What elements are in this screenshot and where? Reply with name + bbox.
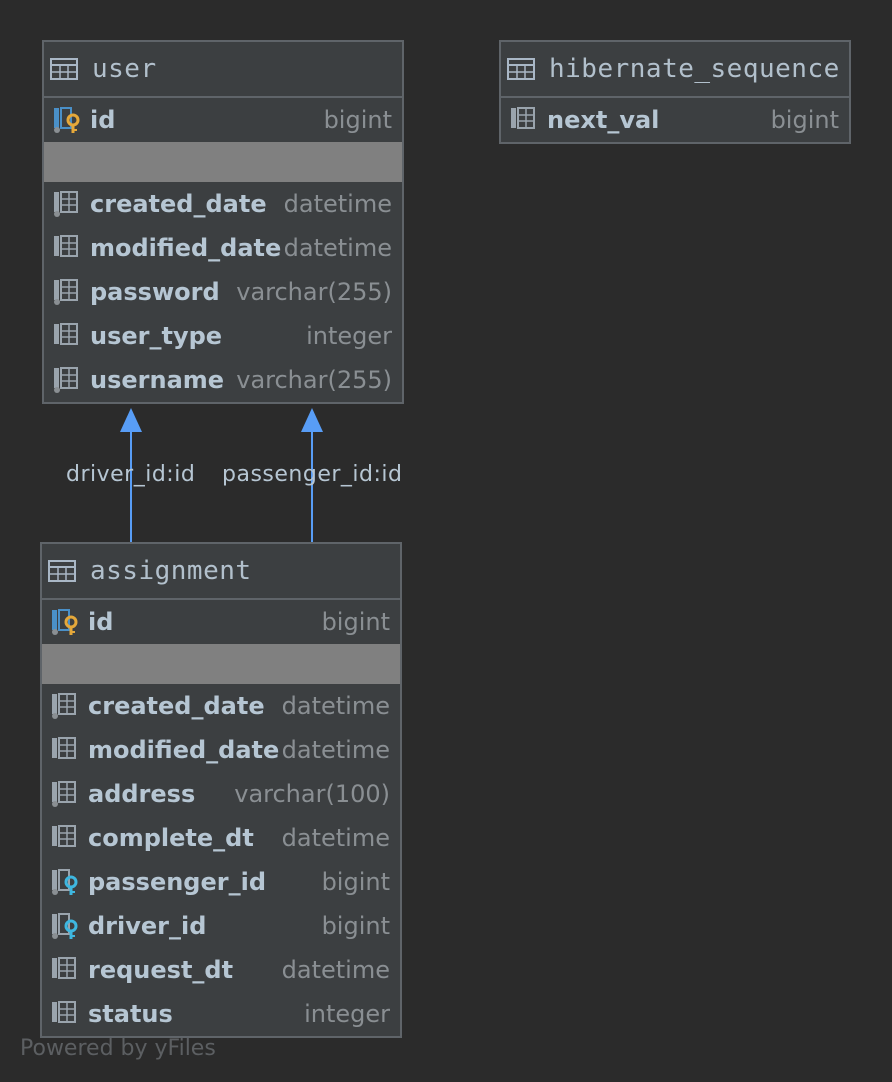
column-icon: [54, 235, 78, 257]
column-icon: [54, 323, 78, 345]
column-name: username: [90, 366, 225, 394]
column-name: modified_date: [90, 234, 282, 262]
table-header: hibernate_sequence: [501, 42, 849, 98]
column-icon: [54, 367, 78, 393]
column-type: datetime: [283, 190, 392, 218]
column-icon: [54, 191, 78, 217]
table-row[interactable]: password varchar(255): [44, 270, 402, 314]
driver-link-arrow: [120, 408, 142, 432]
table-row[interactable]: address varchar(100): [42, 772, 400, 816]
column-name: modified_date: [88, 736, 280, 764]
table-icon: [48, 560, 76, 582]
table-title: hibernate_sequence: [549, 54, 840, 84]
column-type: bigint: [770, 106, 839, 134]
table-title: assignment: [90, 556, 252, 586]
foreign-key-icon: [52, 913, 78, 939]
section-divider: [44, 142, 402, 182]
table-row[interactable]: created_date datetime: [42, 684, 400, 728]
column-name: complete_dt: [88, 824, 254, 852]
column-type: datetime: [281, 824, 390, 852]
table-row[interactable]: user_type integer: [44, 314, 402, 358]
table-icon: [507, 58, 535, 80]
column-type: datetime: [281, 692, 390, 720]
table-hibernate-sequence[interactable]: hibernate_sequence next_val bigint: [499, 40, 851, 144]
column-type: varchar(255): [236, 278, 392, 306]
table-row[interactable]: modified_date datetime: [44, 226, 402, 270]
column-name: user_type: [90, 322, 223, 350]
column-icon: [511, 107, 535, 129]
column-name: created_date: [88, 692, 265, 720]
column-type: bigint: [323, 106, 392, 134]
table-user[interactable]: user id bigint created_date datetime mod…: [42, 40, 404, 404]
column-type: datetime: [281, 736, 390, 764]
relation-label-passenger: passenger_id:id: [222, 462, 403, 487]
table-row[interactable]: status integer: [42, 992, 400, 1036]
column-name: request_dt: [88, 956, 234, 984]
column-name: passenger_id: [88, 868, 267, 896]
column-icon: [52, 781, 76, 807]
table-assignment[interactable]: assignment id bigint created_date dateti: [40, 542, 402, 1038]
primary-key-icon: [52, 609, 78, 635]
table-title: user: [92, 54, 157, 84]
column-list: created_date datetime modified_date date…: [42, 684, 400, 1036]
table-row[interactable]: modified_date datetime: [42, 728, 400, 772]
column-type: integer: [306, 322, 392, 350]
table-row[interactable]: id bigint: [44, 98, 402, 142]
table-row[interactable]: driver_id bigint: [42, 904, 400, 948]
table-row[interactable]: request_dt datetime: [42, 948, 400, 992]
table-icon: [50, 58, 78, 80]
table-header: assignment: [42, 544, 400, 600]
table-row[interactable]: complete_dt datetime: [42, 816, 400, 860]
column-icon: [54, 279, 78, 305]
primary-key-icon: [54, 107, 80, 133]
column-type: integer: [304, 1000, 390, 1028]
column-icon: [52, 737, 76, 759]
column-type: bigint: [321, 912, 390, 940]
column-type: bigint: [321, 608, 390, 636]
column-list: created_date datetime modified_date date…: [44, 182, 402, 402]
column-icon: [52, 1001, 76, 1023]
column-name: id: [88, 608, 114, 636]
powered-by-label: Powered by yFiles: [20, 1036, 216, 1061]
foreign-key-icon: [52, 869, 78, 895]
column-icon: [52, 693, 76, 719]
passenger-link-arrow: [301, 408, 323, 432]
table-header: user: [44, 42, 402, 98]
column-type: varchar(100): [234, 780, 390, 808]
table-row[interactable]: username varchar(255): [44, 358, 402, 402]
column-name: driver_id: [88, 912, 207, 940]
column-name: address: [88, 780, 196, 808]
column-name: created_date: [90, 190, 267, 218]
column-name: status: [88, 1000, 173, 1028]
column-type: bigint: [321, 868, 390, 896]
table-row[interactable]: next_val bigint: [501, 98, 849, 142]
section-divider: [42, 644, 400, 684]
column-name: id: [90, 106, 116, 134]
column-icon: [52, 957, 76, 979]
table-row[interactable]: created_date datetime: [44, 182, 402, 226]
column-type: datetime: [283, 234, 392, 262]
column-type: varchar(255): [236, 366, 392, 394]
table-row[interactable]: id bigint: [42, 600, 400, 644]
column-name: next_val: [547, 106, 660, 134]
column-icon: [52, 825, 76, 847]
column-type: datetime: [281, 956, 390, 984]
column-name: password: [90, 278, 220, 306]
table-row[interactable]: passenger_id bigint: [42, 860, 400, 904]
relation-label-driver: driver_id:id: [66, 462, 196, 487]
